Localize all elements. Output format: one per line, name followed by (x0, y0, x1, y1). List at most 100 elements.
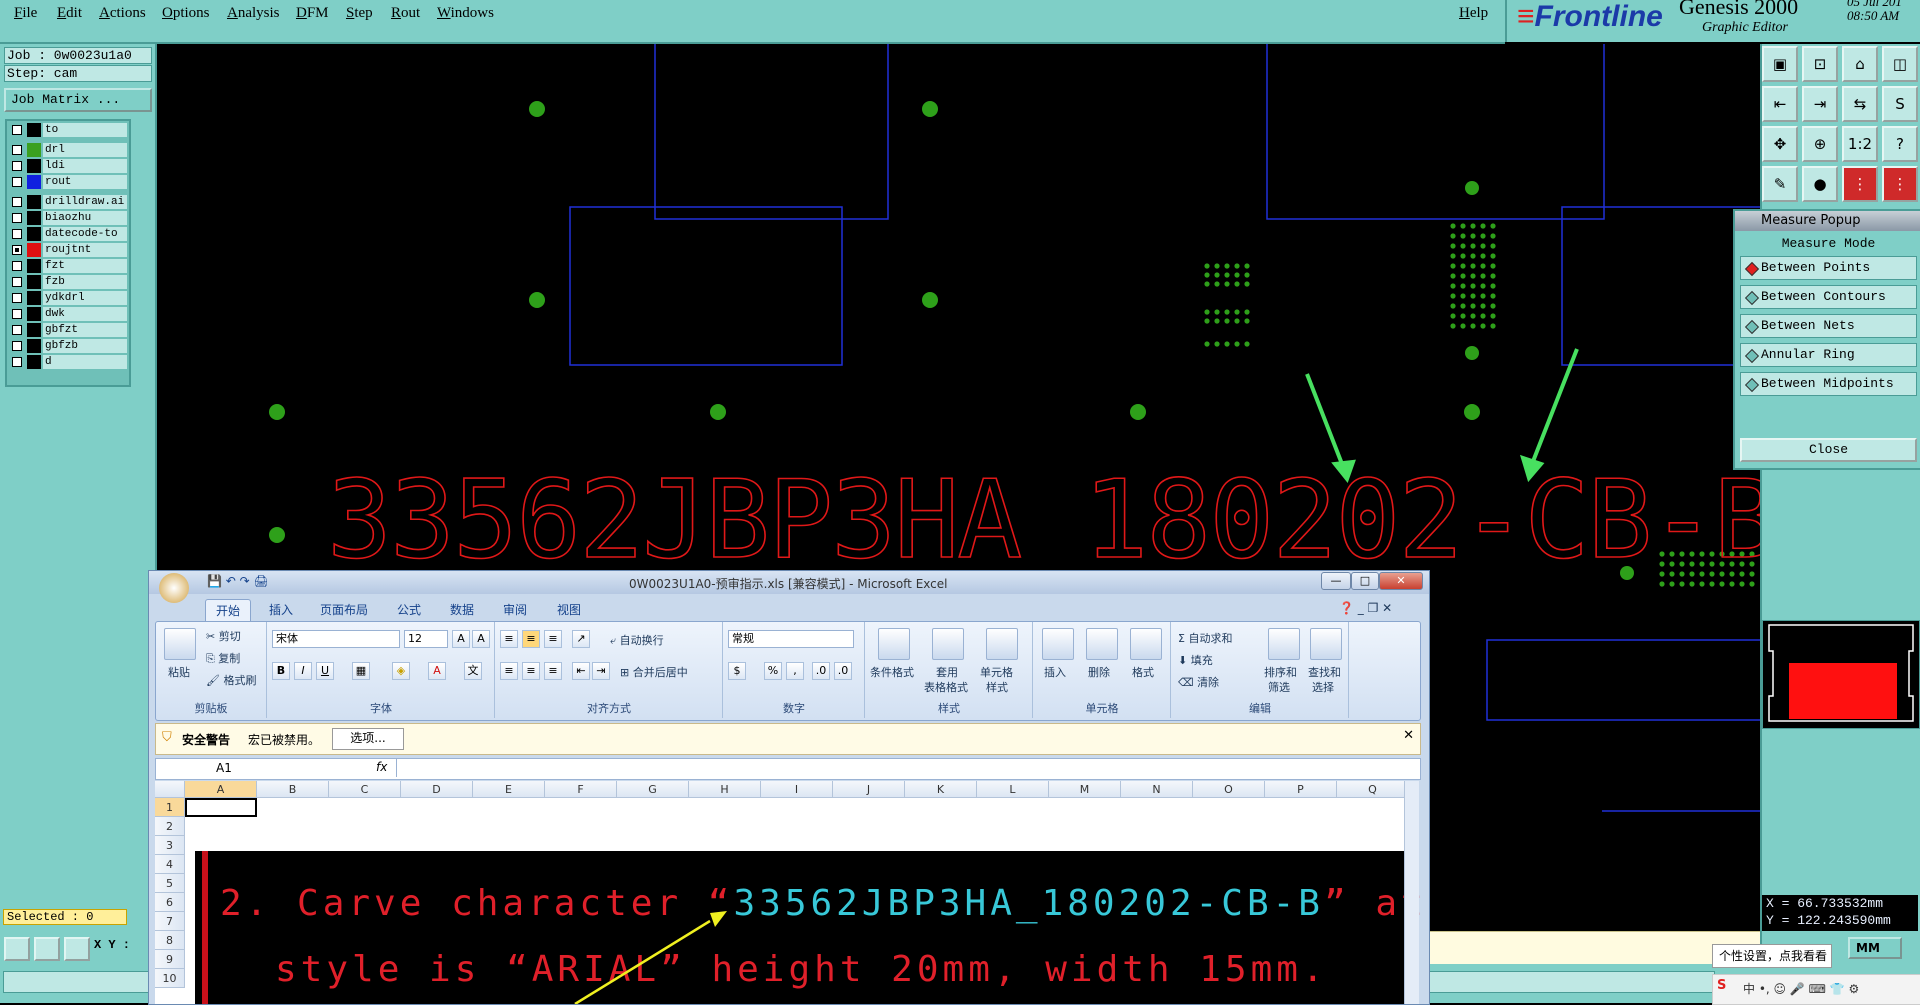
column-header[interactable]: F (545, 781, 617, 798)
layer-checkbox[interactable] (12, 341, 22, 351)
vertical-scrollbar[interactable] (1404, 781, 1419, 1004)
accounting-icon[interactable]: $ (728, 662, 746, 680)
align-center-icon[interactable]: ≡ (522, 662, 540, 680)
table-format-icon[interactable] (932, 628, 964, 660)
grow-font-icon[interactable]: A (452, 630, 470, 648)
layer-checkbox[interactable] (12, 161, 22, 171)
embedded-image[interactable]: 2. Carve character “33562JBP3HA_180202-C… (195, 851, 1429, 1004)
conditional-format-button[interactable]: 条件格式 (870, 664, 914, 680)
menu-actions[interactable]: Actions (99, 5, 146, 22)
tab-insert[interactable]: 插入 (269, 601, 293, 618)
layer-name[interactable]: dwk (43, 307, 127, 321)
column-header[interactable]: J (833, 781, 905, 798)
layer-row[interactable]: gbfzb (9, 339, 127, 353)
font-size-select[interactable]: 12 (404, 630, 448, 648)
menu-options[interactable]: Options (162, 5, 210, 22)
delete-cells-button[interactable]: 删除 (1088, 664, 1110, 680)
layer-row[interactable]: dwk (9, 307, 127, 321)
layer-row[interactable]: drilldraw.ai (9, 195, 127, 209)
layer-name[interactable]: ydkdrl (43, 291, 127, 305)
ime-toolbar[interactable]: S 中 •, ☺ 🎤 ⌨ 👕 ⚙ (1712, 974, 1920, 1005)
paste-icon[interactable] (164, 628, 196, 660)
s-curve-icon[interactable]: S (1882, 86, 1918, 122)
layer-row[interactable]: ldi (9, 159, 127, 173)
layer-row[interactable]: datecode-to (9, 227, 127, 241)
layer-checkbox[interactable] (12, 293, 22, 303)
number-format-select[interactable]: 常规 (728, 630, 854, 648)
fit-icon[interactable]: ✥ (1762, 126, 1798, 162)
layer-row[interactable]: ydkdrl (9, 291, 127, 305)
font-color-icon[interactable]: A (428, 662, 446, 680)
column-header[interactable]: P (1265, 781, 1337, 798)
row-header[interactable]: 10 (155, 969, 185, 988)
select-all-corner[interactable] (155, 781, 185, 798)
column-header[interactable]: G (617, 781, 689, 798)
insert-cells-button[interactable]: 插入 (1044, 664, 1066, 680)
worksheet-grid[interactable]: ABCDEFGHIJKLMNOPQ 1 2 3 4 5 6 7 8 9 10 2. Carve c… (155, 781, 1429, 1004)
wrap-text-button[interactable]: ⤶ 自动换行 (610, 632, 664, 648)
maximize-button[interactable]: □ (1351, 572, 1379, 590)
format-cells-button[interactable]: 格式 (1132, 664, 1154, 680)
measure-close-button[interactable]: Close (1740, 438, 1917, 462)
layer-row[interactable]: drl (9, 143, 127, 157)
table-format-button-l2[interactable]: 表格格式 (924, 679, 968, 695)
minimize-button[interactable]: — (1321, 572, 1351, 590)
layer-checkbox[interactable] (12, 213, 22, 223)
menu-file[interactable]: File (14, 5, 37, 22)
measure-option-between-nets[interactable]: Between Nets (1740, 314, 1917, 338)
row-header[interactable]: 1 (155, 798, 185, 817)
tab-formulas[interactable]: 公式 (397, 601, 421, 618)
decrease-indent-icon[interactable]: ⇤ (572, 662, 590, 680)
swap-icon[interactable]: ⇆ (1842, 86, 1878, 122)
close-button[interactable]: ✕ (1379, 572, 1423, 590)
center-icon[interactable]: ⊕ (1802, 126, 1838, 162)
conditional-format-icon[interactable] (878, 628, 910, 660)
row-header[interactable]: 3 (155, 836, 185, 855)
column-header[interactable]: L (977, 781, 1049, 798)
row-header[interactable]: 2 (155, 817, 185, 836)
percent-icon[interactable]: % (764, 662, 782, 680)
column-header[interactable]: H (689, 781, 761, 798)
tab-review[interactable]: 审阅 (503, 601, 527, 618)
layer-checkbox[interactable] (12, 277, 22, 287)
column-header[interactable]: O (1193, 781, 1265, 798)
job-matrix-button[interactable]: Job Matrix ... (4, 88, 152, 112)
formula-input[interactable] (396, 759, 1397, 777)
phonetic-icon[interactable]: 文 (464, 662, 482, 680)
split-icon[interactable]: ◫ (1882, 46, 1918, 82)
align-right-icon[interactable]: ≡ (544, 662, 562, 680)
row-header[interactable]: 5 (155, 874, 185, 893)
layer-row[interactable]: fzb (9, 275, 127, 289)
fx-icon[interactable]: fx (376, 760, 387, 774)
layer-name[interactable]: datecode-to (43, 227, 127, 241)
layer-row[interactable]: biaozhu (9, 211, 127, 225)
layer-name[interactable]: fzt (43, 259, 127, 273)
window-icon[interactable]: ▣ (1762, 46, 1798, 82)
layer-name[interactable]: rout (43, 175, 127, 189)
italic-icon[interactable]: I (294, 662, 312, 680)
row-header[interactable]: 8 (155, 931, 185, 950)
measure-option-between-points[interactable]: Between Points (1740, 256, 1917, 280)
layer-name[interactable]: drl (43, 143, 127, 157)
layer-name[interactable]: gbfzt (43, 323, 127, 337)
layer-name[interactable]: biaozhu (43, 211, 127, 225)
border-icon[interactable]: ▦ (352, 662, 370, 680)
layer-row[interactable]: gbfzt (9, 323, 127, 337)
help-icon[interactable]: ? (1882, 126, 1918, 162)
select-tool-icon[interactable] (4, 937, 30, 961)
layer-name[interactable]: gbfzb (43, 339, 127, 353)
units-button[interactable]: MM (1848, 937, 1902, 959)
delete-cells-icon[interactable] (1086, 628, 1118, 660)
layer-row[interactable]: to (9, 123, 127, 137)
column-header[interactable]: M (1049, 781, 1121, 798)
layer-name[interactable]: drilldraw.ai (43, 195, 127, 209)
quick-access-icons[interactable]: 💾 ↶ ↷ 🖨 (207, 574, 269, 588)
layer-name[interactable]: roujtnt (43, 243, 127, 257)
bold-icon[interactable]: B (272, 662, 290, 680)
column-header[interactable]: C (329, 781, 401, 798)
name-box[interactable]: A1 (156, 759, 306, 777)
layer-name[interactable]: to (43, 123, 127, 137)
orientation-icon[interactable]: ↗ (572, 630, 590, 648)
layer-row[interactable]: roujtnt (9, 243, 127, 257)
measure-tool-icon[interactable] (34, 937, 60, 961)
